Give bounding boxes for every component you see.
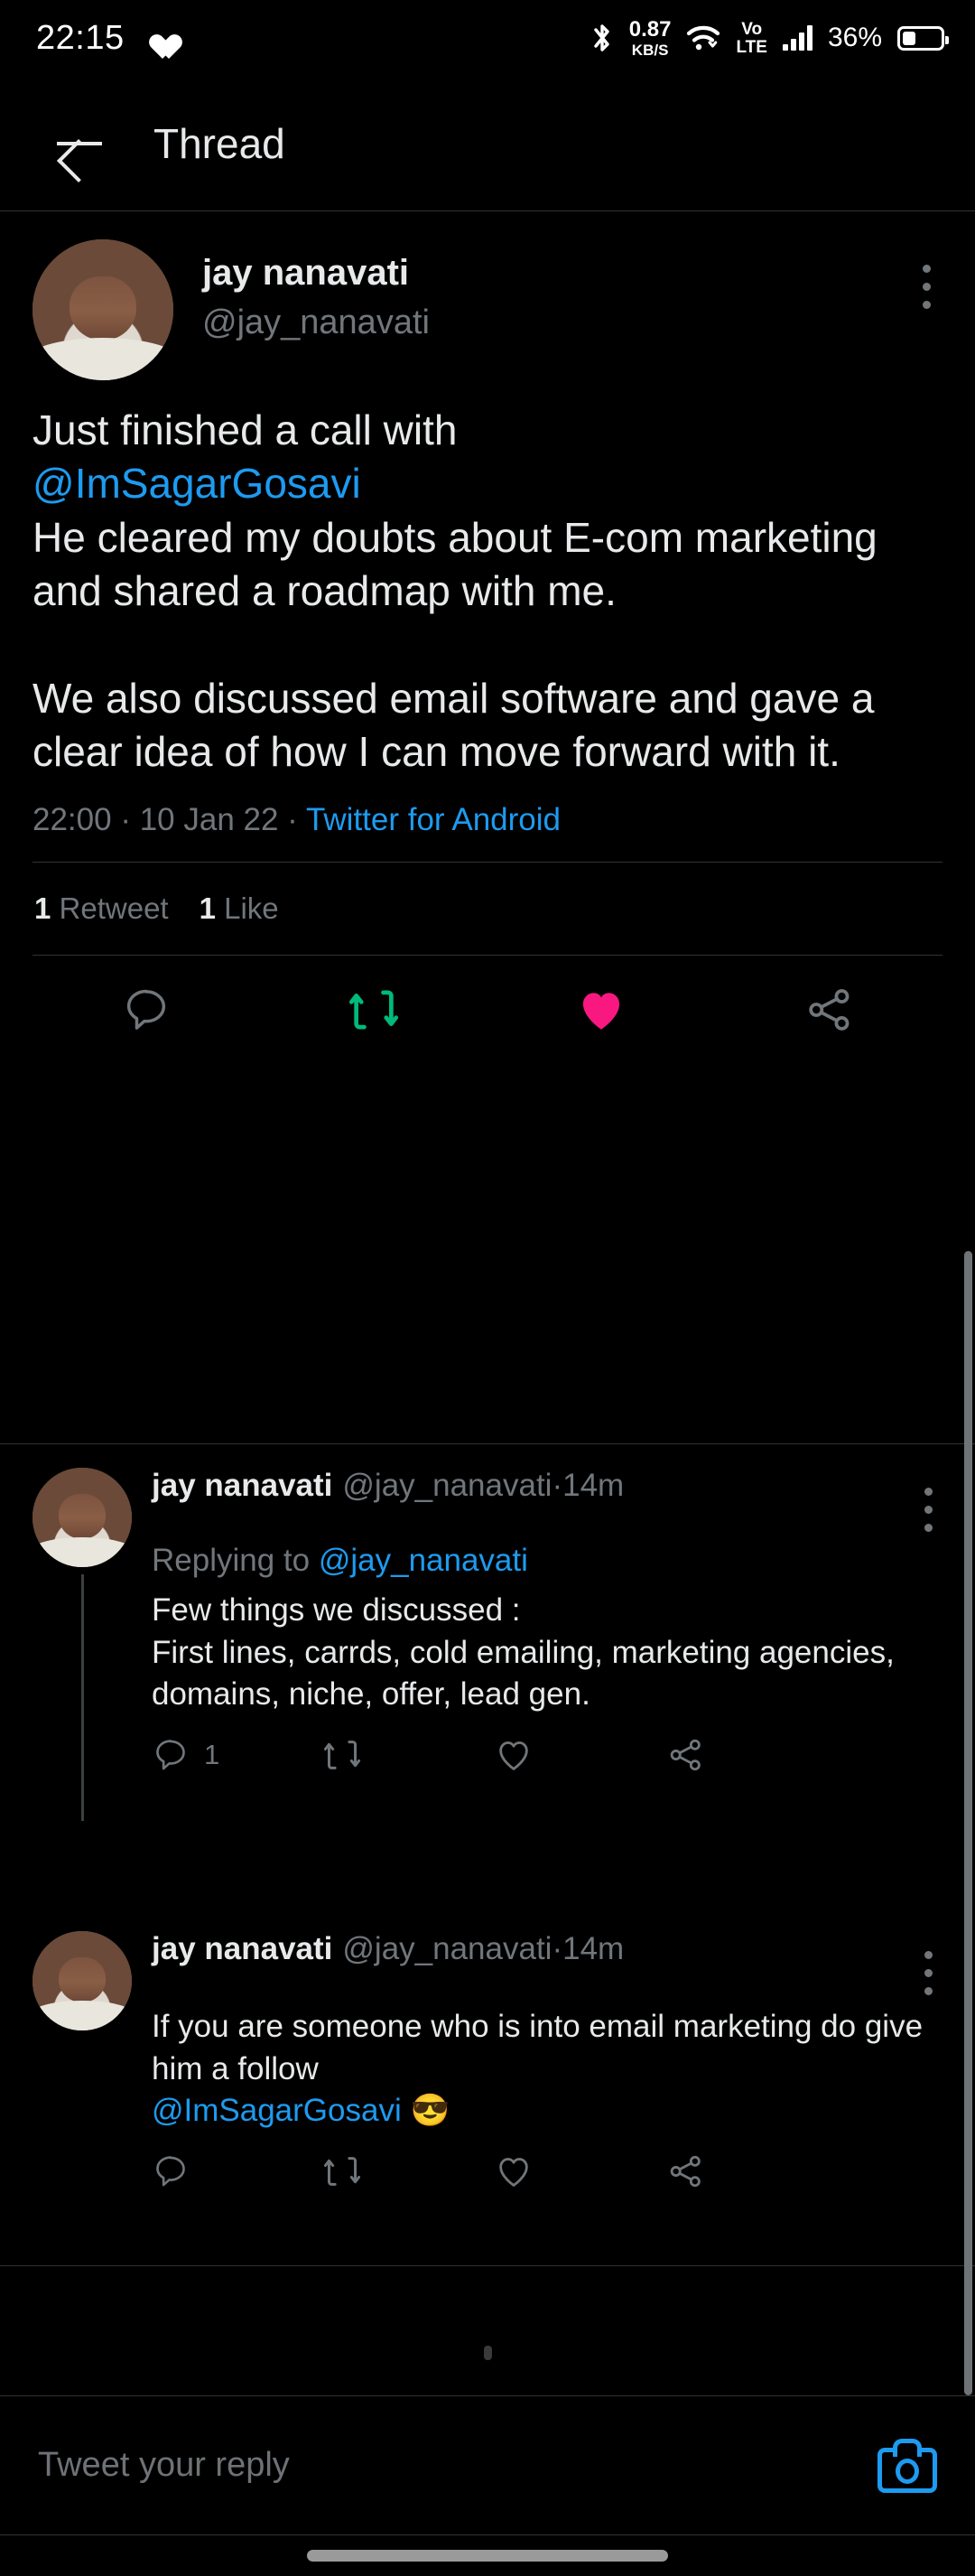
app-header: Thread — [0, 76, 975, 211]
like-heart-icon[interactable] — [495, 1736, 666, 1774]
like-heart-icon[interactable] — [495, 2152, 666, 2190]
reply-timestamp: 14m — [562, 1468, 625, 1503]
reply-text: If you are someone who is into email mar… — [152, 2006, 942, 2133]
thread-connector-line — [81, 1574, 84, 1821]
reply-content: jay nanavati @jay_nanavati · 14m Replyin… — [152, 1468, 942, 1797]
kebab-menu-icon[interactable] — [924, 1488, 933, 1532]
reply-count: 1 — [204, 1738, 220, 1770]
retweet-icon[interactable] — [333, 969, 414, 1050]
network-speed-indicator: 0.87 KB/S — [628, 16, 672, 59]
reply-author-handle[interactable]: @jay_nanavati — [342, 1468, 552, 1504]
volte-line-2: LTE — [736, 37, 767, 57]
reply-text-body: If you are someone who is into email mar… — [152, 2009, 924, 2086]
tweet-date: 10 Jan 22 — [139, 802, 279, 838]
network-speed-unit: KB/S — [631, 41, 669, 59]
reply-avatar-column — [32, 1468, 132, 1821]
reply-input[interactable]: Tweet your reply — [38, 2446, 878, 2485]
reply-content: jay nanavati @jay_nanavati · 14m If you … — [152, 1931, 942, 2214]
tweet-mention-link[interactable]: @ImSagarGosavi — [32, 460, 361, 507]
avatar[interactable] — [32, 1931, 132, 2030]
tweet-text-part-2: He cleared my doubts about E-com marketi… — [32, 513, 878, 775]
wifi-icon — [686, 24, 720, 51]
retweet-count: 1 — [34, 891, 51, 926]
reply-icon[interactable] — [106, 969, 187, 1050]
page-title: Thread — [153, 119, 285, 167]
like-count: 1 — [199, 891, 216, 926]
list-item[interactable]: jay nanavati @jay_nanavati · 14m If you … — [0, 1908, 975, 2214]
replying-to-handle[interactable]: @jay_nanavati — [319, 1543, 528, 1578]
reply-time-separator: · — [552, 1468, 563, 1503]
loading-dot-icon — [483, 2345, 492, 2360]
heart-health-icon — [144, 24, 173, 51]
author-display-name[interactable]: jay nanavati — [202, 252, 923, 294]
meta-separator-2: · — [278, 802, 306, 838]
avatar[interactable] — [32, 1468, 132, 1567]
vertical-scrollbar[interactable] — [964, 1251, 972, 2395]
meta-separator-1: · — [111, 802, 140, 838]
bluetooth-icon — [590, 23, 614, 53]
main-tweet-metadata: 22:00 · 10 Jan 22 · Twitter for Android — [32, 802, 942, 838]
main-tweet-action-bar — [32, 955, 942, 1063]
reply-avatar-column — [32, 1931, 132, 2214]
system-navigation-bar — [0, 2534, 975, 2576]
reply-action-bar: 1 — [152, 1736, 942, 1797]
battery-percent-label: 36% — [827, 23, 882, 52]
kebab-menu-icon[interactable] — [924, 1951, 933, 1995]
retweet-icon[interactable] — [323, 1736, 495, 1774]
battery-icon — [897, 25, 949, 51]
reply-mention-link[interactable]: @ImSagarGosavi — [152, 2093, 402, 2128]
status-bar-left: 22:15 — [36, 19, 173, 58]
engagement-stats: 1 Retweet 1 Like — [32, 863, 942, 955]
avatar[interactable] — [32, 239, 173, 380]
network-speed-value: 0.87 — [628, 16, 672, 42]
share-icon[interactable] — [666, 1736, 838, 1774]
tweet-time: 22:00 — [32, 802, 112, 838]
like-stat[interactable]: 1 Like — [200, 891, 279, 926]
reply-icon[interactable]: 1 — [152, 1736, 323, 1774]
cellular-signal-icon — [782, 25, 812, 51]
reply-header: jay nanavati @jay_nanavati · 14m — [152, 1468, 942, 1532]
tweet-source-link[interactable]: Twitter for Android — [306, 802, 561, 837]
status-bar: 22:15 0.87 KB/S Vo LTE 36% — [0, 0, 975, 76]
reply-timestamp: 14m — [562, 1931, 625, 1966]
retweet-stat-label: Retweet — [59, 891, 169, 926]
retweet-icon[interactable] — [323, 2152, 495, 2190]
reply-composer[interactable]: Tweet your reply — [0, 2395, 975, 2534]
share-icon[interactable] — [788, 969, 869, 1050]
reply-author-name[interactable]: jay nanavati — [152, 1931, 332, 1967]
reply-header: jay nanavati @jay_nanavati · 14m — [152, 1931, 942, 1995]
twitter-thread-screen: 22:15 0.87 KB/S Vo LTE 36% Thread jay na… — [0, 0, 975, 2576]
main-tweet-header: jay nanavati @jay_nanavati — [32, 239, 942, 380]
main-tweet-author-block: jay nanavati @jay_nanavati — [202, 239, 923, 342]
reply-author-handle[interactable]: @jay_nanavati — [342, 1931, 552, 1967]
main-tweet[interactable]: jay nanavati @jay_nanavati Just finished… — [0, 212, 975, 1063]
back-arrow-icon[interactable] — [54, 118, 105, 169]
like-heart-icon[interactable] — [561, 969, 642, 1050]
replying-to-line: Replying to @jay_nanavati — [152, 1543, 942, 1579]
tweet-text-part-1: Just finished a call with — [32, 406, 458, 453]
share-icon[interactable] — [666, 2152, 838, 2190]
reply-emoji: 😎 — [401, 2093, 450, 2129]
kebab-menu-icon[interactable] — [923, 265, 932, 309]
author-handle[interactable]: @jay_nanavati — [202, 303, 923, 342]
reply-action-bar — [152, 2152, 942, 2214]
clock-time: 22:15 — [36, 18, 125, 57]
list-item[interactable]: jay nanavati @jay_nanavati · 14m Replyin… — [0, 1443, 975, 1821]
volte-icon: Vo LTE — [736, 21, 766, 56]
reply-text-body: Few things we discussed : First lines, c… — [152, 1592, 895, 1713]
status-bar-right: 0.87 KB/S Vo LTE 36% — [590, 16, 949, 59]
reply-text: Few things we discussed : First lines, c… — [152, 1590, 942, 1716]
volte-line-1: Vo — [741, 19, 763, 39]
home-indicator[interactable] — [307, 2550, 668, 2562]
reply-time-separator: · — [552, 1931, 563, 1966]
retweet-stat[interactable]: 1 Retweet — [34, 891, 169, 926]
camera-icon[interactable] — [878, 2438, 937, 2493]
like-stat-label: Like — [224, 891, 279, 926]
reply-icon[interactable] — [152, 2152, 323, 2190]
reply-author-name[interactable]: jay nanavati — [152, 1468, 332, 1504]
replying-to-label: Replying to — [152, 1543, 319, 1578]
main-tweet-text: Just finished a call with @ImSagarGosavi… — [32, 404, 942, 779]
